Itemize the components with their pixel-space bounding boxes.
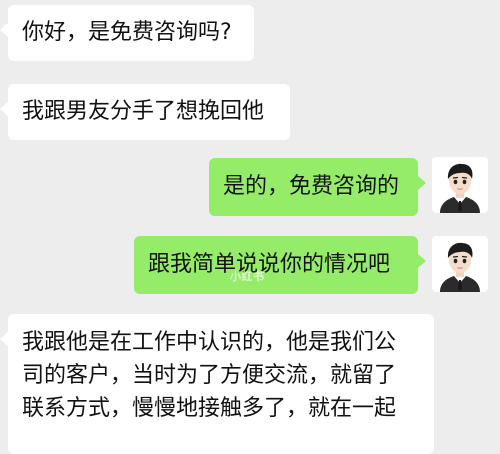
avatar-icon[interactable] <box>432 157 488 213</box>
message-text: 你好，是免费咨询吗? <box>22 20 232 45</box>
avatar-icon[interactable] <box>432 236 488 292</box>
message-text-line: 司的客户，当时为了方便交流，就留了 <box>22 363 397 388</box>
message-bubble-incoming[interactable]: 我跟男友分手了想挽回他 <box>0 84 290 140</box>
message-bubble-incoming[interactable]: 你好，是免费咨询吗? <box>0 5 254 61</box>
message-text-line: 我跟他是在工作中认识的，他是我们公 <box>22 330 397 355</box>
chat-area: 你好，是免费咨询吗? 我跟男友分手了想挽回他 是的，免费咨询的 跟我简单说说你的… <box>0 0 500 454</box>
man-in-suit-icon <box>432 236 488 292</box>
message-bubble-incoming[interactable]: 我跟他是在工作中认识的，他是我们公 司的客户，当时为了方便交流，就留了 联系方式… <box>0 314 434 454</box>
message-text-line: 联系方式，慢慢地接触多了，就在一起 <box>22 396 397 421</box>
message-text: 是的，免费咨询的 <box>223 174 400 199</box>
man-in-suit-icon <box>432 157 488 213</box>
message-bubble-outgoing[interactable]: 是的，免费咨询的 <box>209 158 426 216</box>
message-text: 跟我简单说说你的情况吧 <box>148 252 391 277</box>
message-bubble-outgoing[interactable]: 跟我简单说说你的情况吧 <box>134 236 426 294</box>
message-text: 我跟男友分手了想挽回他 <box>22 99 265 124</box>
